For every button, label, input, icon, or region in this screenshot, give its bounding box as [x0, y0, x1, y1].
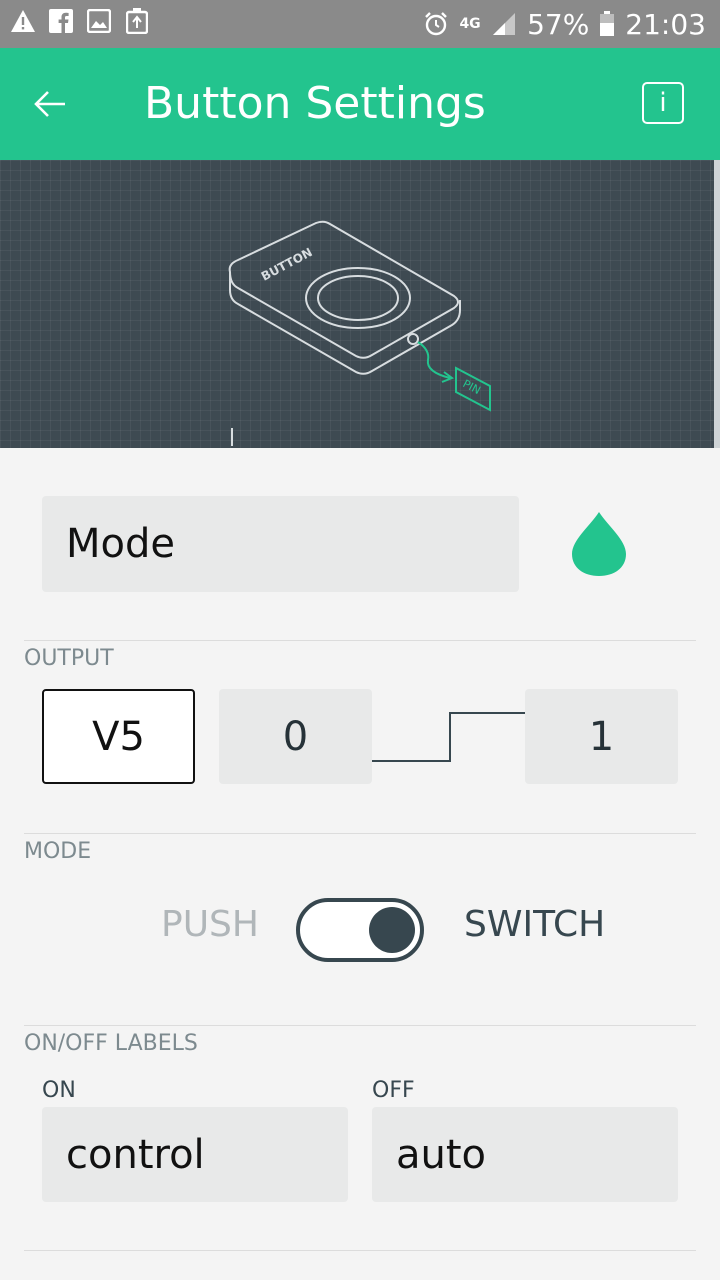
divider: [24, 640, 696, 641]
divider: [24, 833, 696, 834]
alarm-icon: [423, 11, 449, 37]
toggle-knob: [369, 907, 415, 953]
on-label-input[interactable]: control: [42, 1107, 348, 1202]
signal-icon: [491, 11, 517, 37]
system-status: 4G 57% 21:03: [423, 0, 706, 48]
off-label-input[interactable]: auto: [372, 1107, 678, 1202]
mode-section-label: MODE: [24, 839, 92, 864]
info-button[interactable]: i: [642, 82, 684, 124]
recycle-icon: [124, 8, 150, 34]
notification-icons: [10, 8, 150, 34]
battery-percent: 57%: [527, 7, 590, 41]
info-icon: i: [659, 88, 667, 118]
arrow-left-icon: [34, 91, 65, 117]
app-bar: Button Settings i: [0, 48, 720, 160]
output-min-input[interactable]: 0: [219, 689, 372, 784]
mode-switch-option[interactable]: SWITCH: [464, 904, 605, 945]
mode-push-option[interactable]: PUSH: [161, 904, 259, 945]
color-picker-button[interactable]: [568, 508, 630, 580]
page-title: Button Settings: [144, 78, 486, 129]
battery-icon: [599, 11, 615, 37]
divider: [24, 1250, 696, 1251]
on-label-caption: ON: [42, 1078, 76, 1103]
pin-select-button[interactable]: V5: [42, 689, 195, 784]
widget-preview: BUTTON PIN: [0, 160, 720, 448]
output-max-input[interactable]: 1: [525, 689, 678, 784]
network-4g-icon: 4G: [459, 16, 481, 32]
clock: 21:03: [625, 7, 706, 41]
widget-name-field[interactable]: Mode: [42, 496, 519, 592]
off-label-caption: OFF: [372, 1078, 415, 1103]
preview-scrollbar[interactable]: [714, 160, 720, 448]
divider: [24, 1025, 696, 1026]
status-bar: 4G 57% 21:03: [0, 0, 720, 48]
image-icon: [86, 8, 112, 34]
onoff-labels-section-label: ON/OFF LABELS: [24, 1031, 198, 1056]
widget-label: BUTTON: [259, 245, 315, 284]
warning-icon: [10, 8, 36, 34]
back-button[interactable]: [22, 76, 78, 132]
droplet-icon: [572, 512, 626, 576]
mode-toggle[interactable]: [296, 898, 424, 962]
facebook-icon: [48, 8, 74, 34]
output-step-graphic: [372, 712, 525, 762]
button-widget-illustration: BUTTON PIN: [228, 220, 491, 446]
output-section-label: OUTPUT: [24, 646, 114, 671]
